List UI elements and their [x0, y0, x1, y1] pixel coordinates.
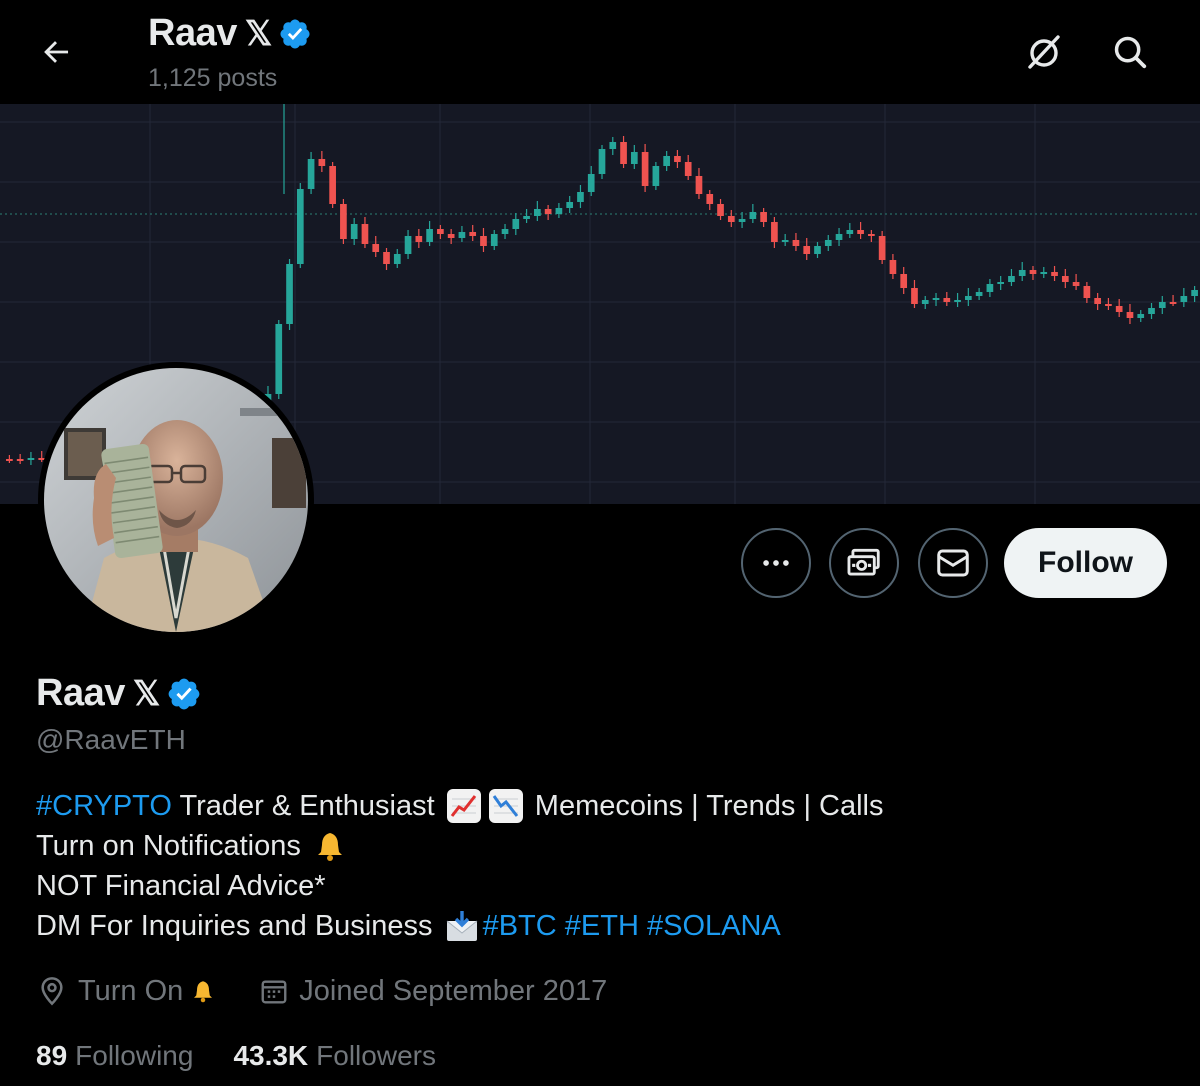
profile-avatar[interactable]: [38, 362, 314, 638]
location-pin-icon: [41, 977, 63, 1006]
profile-header: Raav 𝕏 1,125 posts: [0, 0, 1200, 104]
following-count: 89: [36, 1040, 68, 1071]
hashtag-link[interactable]: #SOLANA: [647, 906, 781, 946]
profile-meta-row: Turn On Joined September 2017: [36, 974, 637, 1008]
arrow-left-icon: [44, 41, 69, 63]
header-display-name: Raav: [148, 12, 237, 54]
search-button[interactable]: [1104, 26, 1156, 78]
profile-bio: #CRYPTO Trader & Enthusiast Memecoins | …: [36, 786, 1156, 946]
follow-stats: 89 Following 43.3K Followers: [36, 1040, 476, 1072]
profile-display-name: Raav: [36, 672, 125, 714]
bio-text: Memecoins | Trends | Calls: [526, 790, 884, 822]
more-options-button[interactable]: [741, 528, 811, 598]
calendar-icon: [261, 980, 287, 1004]
joined-date-text: Joined September 2017: [299, 974, 608, 1007]
hashtag-link[interactable]: #ETH: [565, 906, 639, 946]
grok-icon: [1028, 35, 1060, 69]
avatar-image: [44, 368, 308, 632]
bio-text: NOT Financial Advice*: [36, 870, 326, 902]
followers-link[interactable]: 43.3K Followers: [233, 1040, 436, 1072]
profile-handle: @RaavETH: [36, 724, 186, 755]
more-dots-icon: [763, 560, 789, 566]
followers-label: Followers: [316, 1040, 436, 1071]
posts-count: 1,125 posts: [148, 64, 278, 92]
profile-name-row: Raav 𝕏: [36, 672, 202, 715]
follow-button[interactable]: Follow: [1004, 528, 1167, 598]
tip-button[interactable]: [829, 528, 899, 598]
bio-text: Trader & Enthusiast: [171, 790, 443, 822]
envelope-arrow-emoji-icon: [445, 909, 479, 943]
bell-emoji-icon: [191, 974, 225, 1008]
chart-decreasing-emoji-icon: [488, 789, 523, 823]
bio-text: DM For Inquiries and Business: [36, 910, 441, 942]
hashtag-link[interactable]: #BTC: [483, 906, 557, 946]
bio-line: #CRYPTO Trader & Enthusiast Memecoins | …: [36, 786, 1156, 826]
bio-line: NOT Financial Advice*: [36, 866, 1156, 906]
following-label: Following: [75, 1040, 194, 1071]
chart-increasing-emoji-icon: [446, 789, 481, 823]
x-logo-badge: 𝕏: [244, 14, 273, 53]
grok-button[interactable]: [1018, 26, 1070, 78]
verified-badge-icon[interactable]: [166, 676, 202, 712]
search-icon: [1114, 36, 1147, 69]
envelope-icon: [937, 549, 969, 577]
bell-emoji-icon: [313, 829, 347, 863]
bio-line: Turn on Notifications: [36, 826, 1156, 866]
x-logo-badge: 𝕏: [132, 674, 161, 713]
header-name-row: Raav 𝕏: [148, 12, 312, 55]
location-text: Turn On: [78, 974, 184, 1007]
following-link[interactable]: 89 Following: [36, 1040, 193, 1072]
verified-badge-icon: [278, 17, 312, 51]
joined-date-item: Joined September 2017: [259, 975, 607, 1008]
hashtag-link[interactable]: #CRYPTO: [36, 786, 172, 826]
bio-text: Turn on Notifications: [36, 830, 309, 862]
message-button[interactable]: [918, 528, 988, 598]
location-item: Turn On: [36, 974, 229, 1008]
bio-line: DM For Inquiries and Business #BTC #ETH …: [36, 906, 1156, 946]
money-icon: [847, 548, 880, 576]
back-button[interactable]: [30, 26, 82, 78]
followers-count: 43.3K: [233, 1040, 309, 1071]
